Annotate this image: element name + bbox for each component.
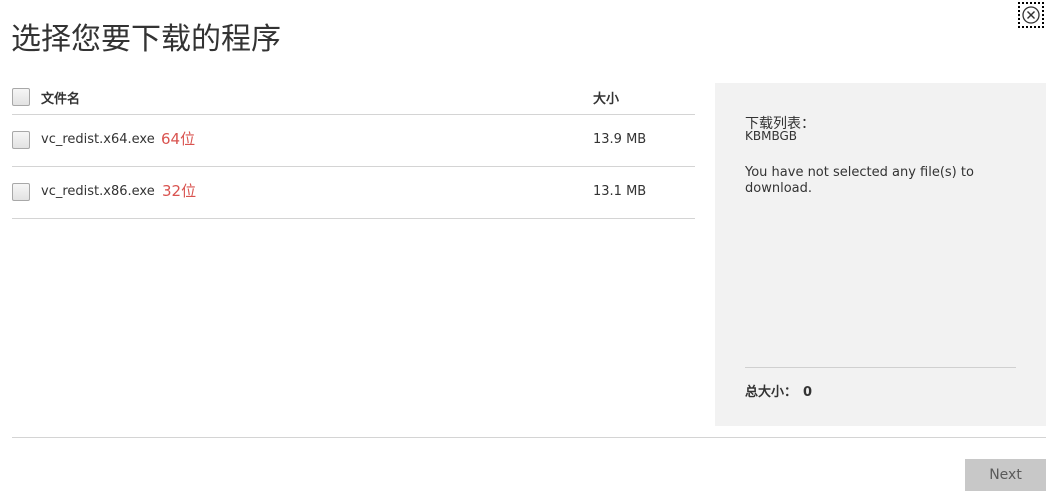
total-size-label: 总大小： [745,385,798,400]
table-row[interactable]: vc_redist.x64.exe 64位 13.9 MB [12,115,695,167]
file-arch-tag: 32位 [162,182,197,200]
download-summary-panel: 下载列表： KBMBGB You have not selected any f… [715,83,1046,426]
file-table: 文件名 大小 vc_redist.x64.exe 64位 13.9 MB vc_… [12,78,695,219]
total-size: 总大小： 0 [745,381,812,400]
file-size: 13.9 MB [593,132,647,147]
page-title: 选择您要下载的程序 [11,22,281,57]
table-header-row: 文件名 大小 [12,78,695,115]
file-checkbox[interactable] [12,131,30,149]
file-checkbox[interactable] [12,183,30,201]
total-size-value: 0 [803,385,813,400]
panel-divider [745,367,1016,368]
next-button[interactable]: Next [965,459,1046,491]
file-name: vc_redist.x64.exe [41,132,155,147]
no-selection-message: You have not selected any file(s) to dow… [745,165,974,196]
file-arch-tag: 64位 [161,130,196,148]
download-list-units: KBMBGB [745,129,798,143]
select-all-checkbox[interactable] [12,88,30,106]
close-button[interactable] [1018,2,1044,28]
column-header-size: 大小 [593,92,620,107]
file-size: 13.1 MB [593,184,647,199]
file-name: vc_redist.x86.exe [41,184,155,199]
table-row[interactable]: vc_redist.x86.exe 32位 13.1 MB [12,167,695,219]
footer-divider [12,437,1046,438]
close-circle-icon [1022,6,1040,24]
column-header-name: 文件名 [41,92,81,107]
